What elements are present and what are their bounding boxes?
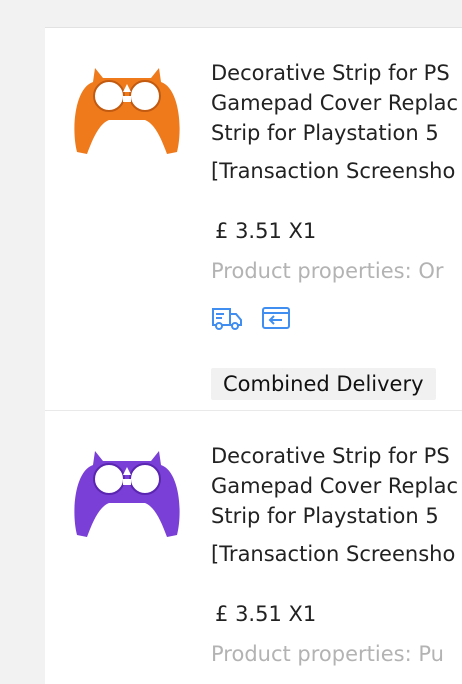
price-quantity: £ 3.51 X1	[215, 599, 316, 629]
currency-symbol: £	[215, 219, 229, 243]
product-thumbnail[interactable]	[65, 58, 189, 162]
transaction-screenshot-link[interactable]: [Transaction Screensho	[211, 156, 462, 186]
product-thumbnail[interactable]	[65, 441, 189, 545]
quantity: X1	[288, 219, 317, 243]
product-title-line: Strip for Playstation 5	[211, 504, 439, 528]
product-title-line: Gamepad Cover Replac	[211, 91, 459, 115]
product-title[interactable]: Decorative Strip for PS Gamepad Cover Re…	[211, 441, 462, 531]
quantity: X1	[288, 602, 317, 626]
price-value: 3.51	[235, 219, 282, 243]
top-strip	[45, 0, 462, 28]
price-value: 3.51	[235, 602, 282, 626]
order-item[interactable]: Decorative Strip for PS Gamepad Cover Re…	[45, 411, 462, 684]
transaction-screenshot-link[interactable]: [Transaction Screensho	[211, 539, 462, 569]
product-title-line: Decorative Strip for PS	[211, 61, 450, 85]
currency-symbol: £	[215, 602, 229, 626]
product-title[interactable]: Decorative Strip for PS Gamepad Cover Re…	[211, 58, 462, 148]
price-quantity: £ 3.51 X1	[215, 216, 316, 246]
return-arrow-icon[interactable]	[260, 304, 292, 332]
product-title-line: Decorative Strip for PS	[211, 444, 450, 468]
product-properties: Product properties: Pu	[211, 642, 444, 666]
product-properties: Product properties: Or	[211, 259, 444, 283]
product-title-line: Strip for Playstation 5	[211, 121, 439, 145]
order-item[interactable]: Decorative Strip for PS Gamepad Cover Re…	[45, 28, 462, 411]
combined-delivery-badge: Combined Delivery	[211, 368, 436, 400]
product-title-line: Gamepad Cover Replac	[211, 474, 459, 498]
service-icons	[211, 304, 304, 332]
delivery-truck-icon[interactable]	[211, 304, 243, 332]
